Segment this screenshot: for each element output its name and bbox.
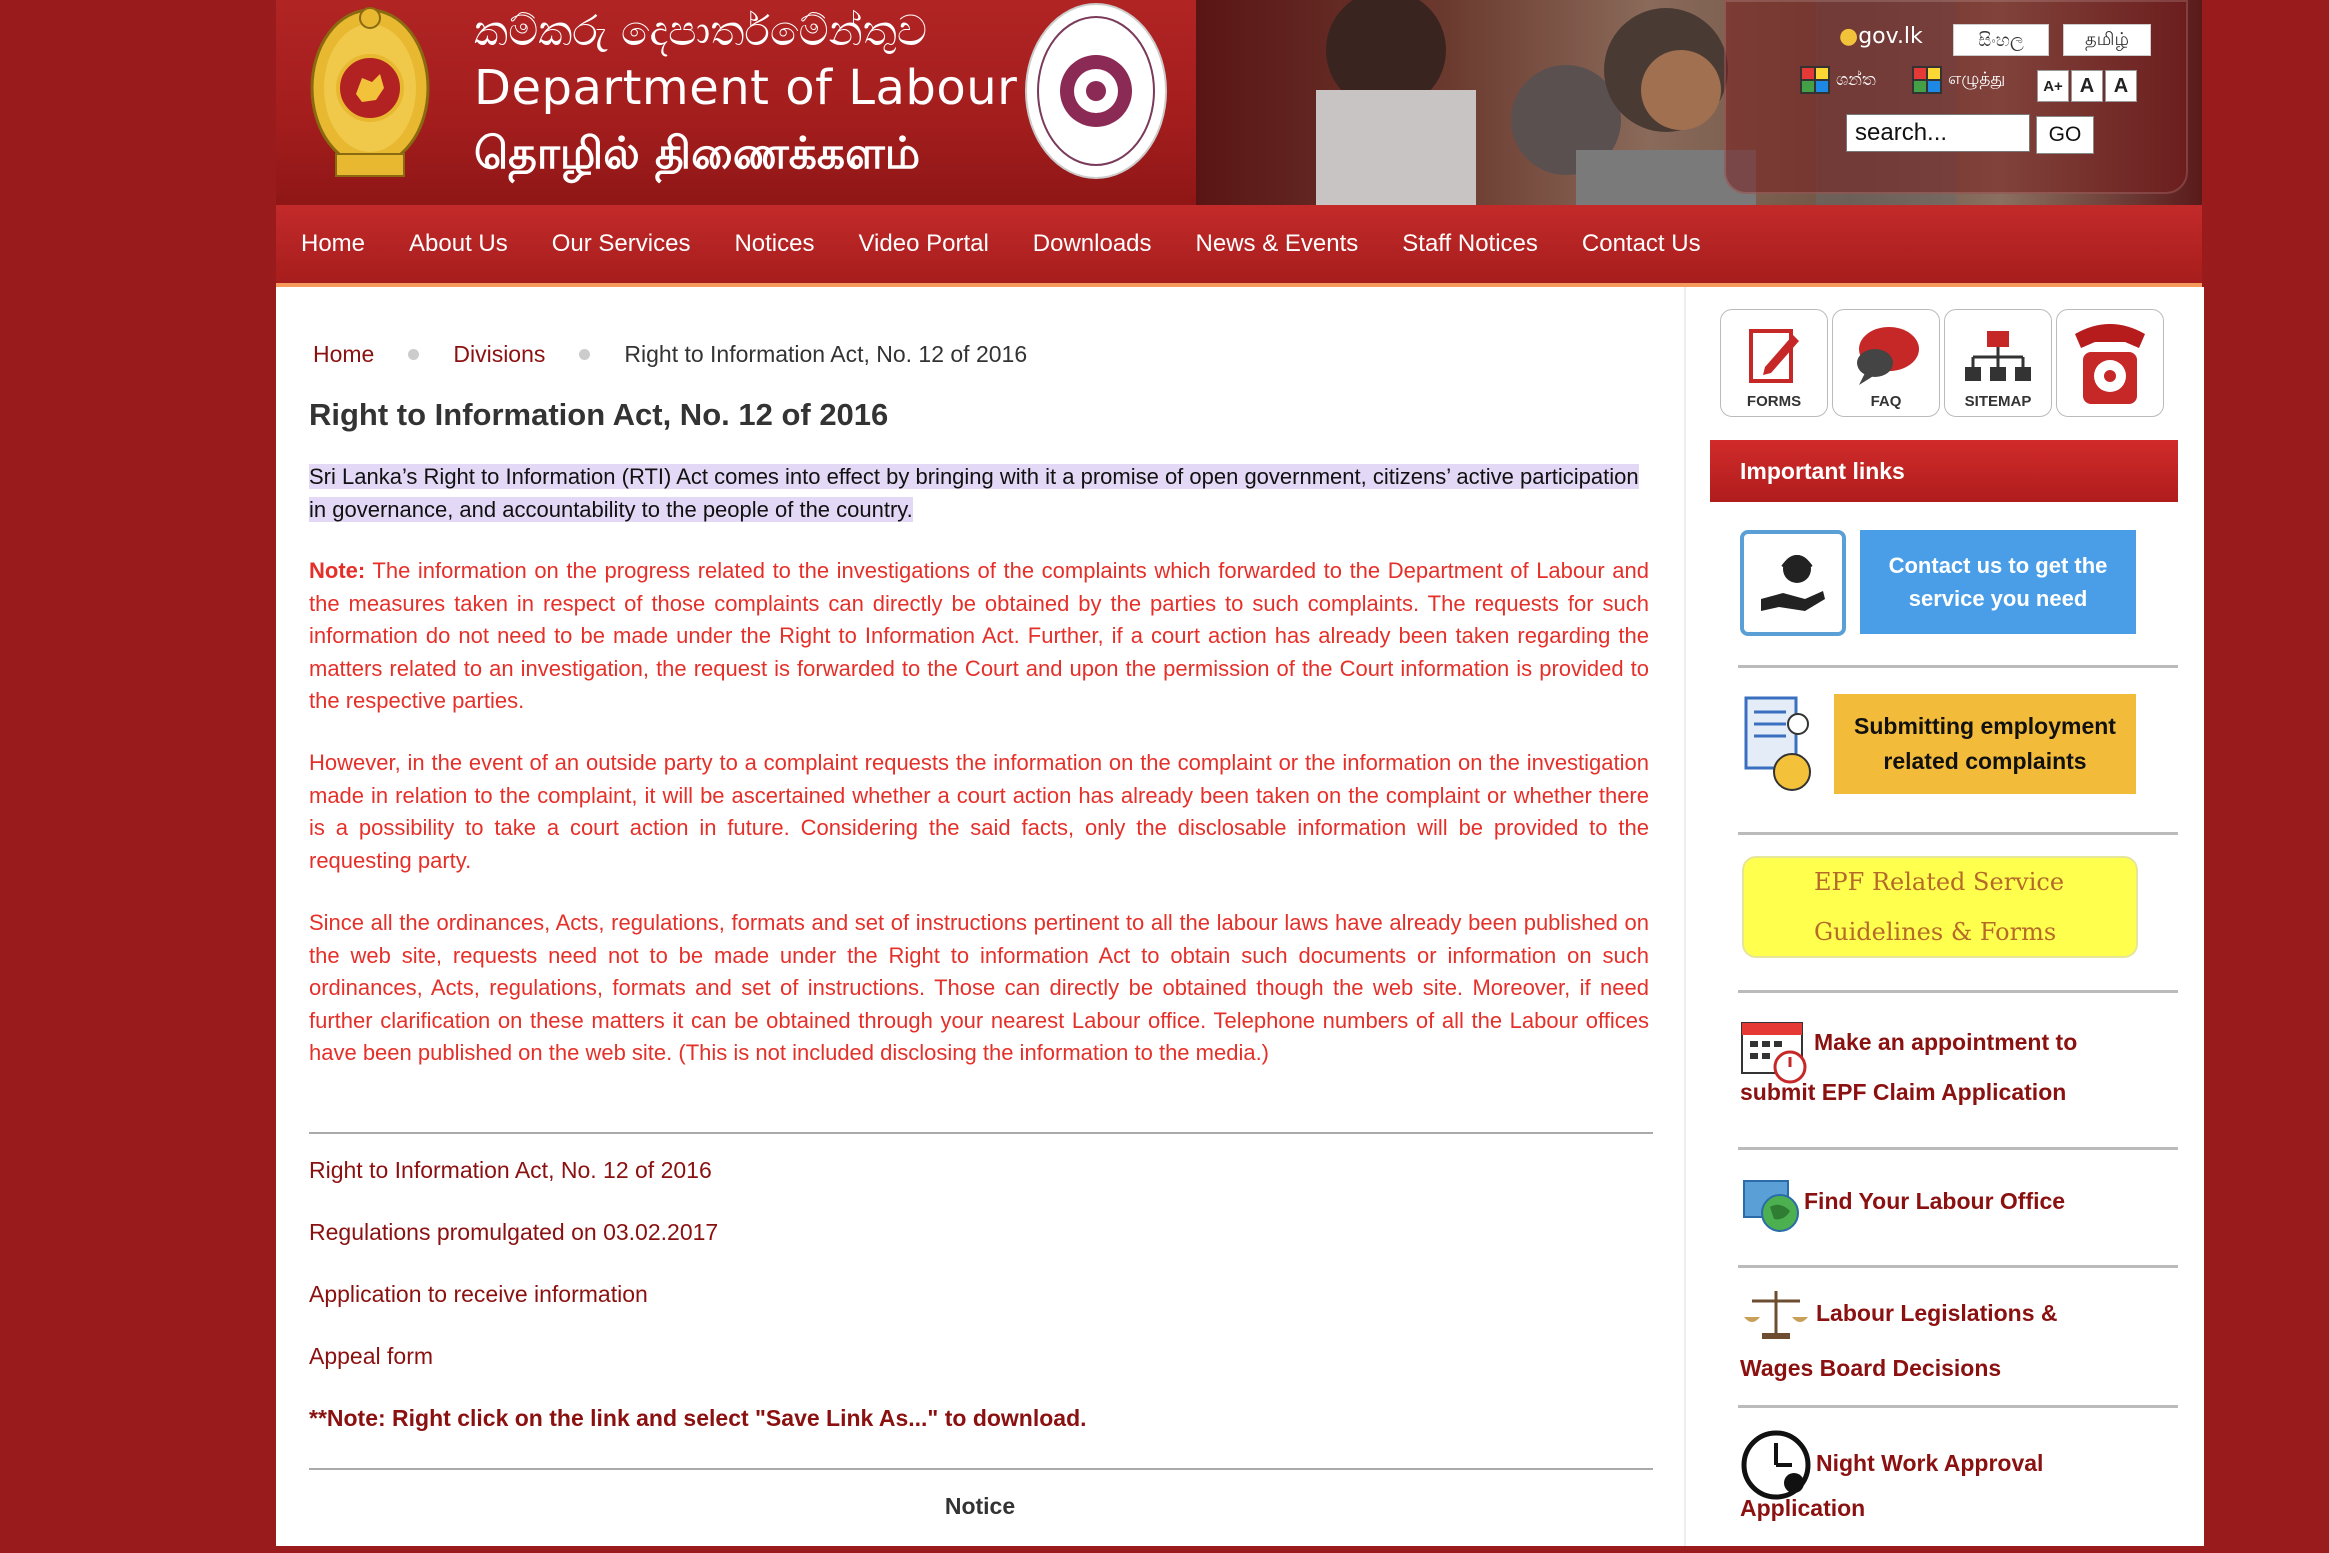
breadcrumb-home[interactable]: Home	[313, 341, 374, 368]
nav-downloads[interactable]: Downloads	[1033, 230, 1152, 258]
divider	[309, 1132, 1653, 1134]
nav-news-events[interactable]: News & Events	[1196, 230, 1359, 258]
legislation-line-2: Wages Board Decisions	[1740, 1355, 2002, 1381]
appointment-line-1: Make an appointment to	[1814, 1029, 2078, 1055]
complaint-document-icon[interactable]	[1742, 694, 1818, 794]
tamil-keyboard-link[interactable]: எழுத்து	[1912, 66, 2005, 94]
telephone-icon	[2075, 324, 2145, 404]
appeal-form-link[interactable]: Appeal form	[309, 1343, 433, 1370]
contact-support-image[interactable]	[1740, 530, 1846, 636]
nav-staff-notices[interactable]: Staff Notices	[1402, 230, 1538, 258]
nav-about-us[interactable]: About Us	[409, 230, 508, 258]
intro-paragraph: Sri Lanka’s Right to Information (RTI) A…	[309, 460, 1649, 526]
site-title-english: Department of Labour	[474, 60, 1018, 116]
sri-lanka-emblem-icon[interactable]	[306, 4, 434, 182]
epf-line-2: Guidelines & Forms	[1814, 918, 2057, 946]
epf-appointment-link[interactable]: Make an appointment to submit EPF Claim …	[1740, 1017, 2180, 1117]
clock-worker-icon	[1741, 1430, 1811, 1500]
scales-of-justice-icon	[1744, 1291, 1808, 1339]
breadcrumb-divisions[interactable]: Divisions	[453, 341, 545, 368]
labour-legislations-link[interactable]: Labour Legislations & Wages Board Decisi…	[1740, 1287, 2058, 1393]
search-input[interactable]	[1846, 114, 2030, 152]
sitemap-icon	[1965, 331, 2031, 381]
night-work-approval-link[interactable]: Night Work Approval Application	[1740, 1427, 2043, 1553]
sidebar-divider	[1738, 665, 2178, 668]
outside-party-paragraph: However, in the event of an outside part…	[309, 750, 1649, 873]
complaint-line-1: Submitting employment	[1854, 713, 2116, 739]
govlk-logo-icon: ●	[1839, 24, 1859, 49]
nav-video-portal[interactable]: Video Portal	[858, 230, 988, 258]
submit-complaints-banner[interactable]: Submitting employment related complaints	[1834, 694, 2136, 794]
site-header: කම්කරු දෙපාර්තමේන්තුව Department of Labo…	[276, 0, 2202, 205]
sidebar-divider	[1738, 1265, 2178, 1268]
contact-line-1: Contact us to get the	[1888, 553, 2108, 578]
important-links-heading: Important links	[1710, 440, 2178, 502]
note-label: Note:	[309, 558, 366, 583]
breadcrumb-separator	[579, 349, 591, 360]
sidebar-divider	[1738, 832, 2178, 835]
sidebar-divider	[1738, 1147, 2178, 1150]
site-title-tamil: தொழில் திணைக்களம்	[474, 128, 921, 179]
font-normal-button[interactable]: A	[2071, 70, 2103, 102]
breadcrumb-current: Right to Information Act, No. 12 of 2016	[624, 341, 1028, 367]
download-note: **Note: Right click on the link and sele…	[309, 1405, 1087, 1431]
contact-us-banner[interactable]: Contact us to get the service you need	[1860, 530, 2136, 634]
notice-heading: Notice	[944, 1493, 1016, 1519]
main-content: Home Divisions Right to Information Act,…	[276, 287, 1684, 1546]
forms-button[interactable]: FORMS	[1720, 309, 1828, 417]
keyboard-icon	[1912, 66, 1942, 94]
contact-line-2: service you need	[1908, 586, 2088, 611]
sidebar-divider	[1738, 1405, 2178, 1408]
page: කම්කරු දෙපාර්තමේන්තුව Department of Labo…	[276, 0, 2204, 1546]
sinhala-keyboard-link[interactable]: ශන්ත	[1800, 66, 1876, 94]
sinhala-language-button[interactable]: සිංහල	[1953, 24, 2049, 56]
epf-line-1: EPF Related Service	[1814, 868, 2065, 896]
note-paragraph: Note: The information on the progress re…	[309, 555, 1649, 718]
night-line-1: Night Work Approval	[1816, 1450, 2044, 1477]
telephone-button[interactable]	[2056, 309, 2164, 417]
intro-highlighted-text: Sri Lanka’s Right to Information (RTI) A…	[309, 464, 1639, 522]
keyboard-icon	[1800, 66, 1830, 94]
nav-our-services[interactable]: Our Services	[552, 230, 691, 258]
calendar-clock-icon	[1741, 1022, 1807, 1084]
main-navigation: Home About Us Our Services Notices Video…	[276, 205, 2202, 287]
tamil-language-button[interactable]: தமிழ்	[2063, 24, 2151, 56]
nav-notices[interactable]: Notices	[734, 230, 814, 258]
search-go-button[interactable]: GO	[2036, 116, 2094, 154]
rti-act-link[interactable]: Right to Information Act, No. 12 of 2016	[309, 1157, 712, 1184]
find-labour-office-link[interactable]: Find Your Labour Office	[1740, 1171, 2065, 1235]
regulations-link[interactable]: Regulations promulgated on 03.02.2017	[309, 1219, 718, 1246]
complaint-line-2: related complaints	[1883, 748, 2087, 774]
epf-guidelines-banner[interactable]: EPF Related Service Guidelines & Forms	[1742, 856, 2138, 958]
appointment-line-2: submit EPF Claim Application	[1740, 1079, 2067, 1105]
divider	[309, 1468, 1653, 1470]
globe-folder-icon	[1743, 1180, 1799, 1232]
night-line-2: Application	[1740, 1495, 1866, 1521]
note-text: The information on the progress related …	[309, 558, 1649, 713]
page-title: Right to Information Act, No. 12 of 2016	[309, 397, 889, 432]
sidebar-divider	[1738, 990, 2178, 993]
application-link[interactable]: Application to receive information	[309, 1281, 648, 1308]
faq-button[interactable]: FAQ	[1832, 309, 1940, 417]
sidebar: FORMS FAQ SITEMAP Important links Contac…	[1684, 287, 2204, 1546]
nav-home[interactable]: Home	[301, 230, 365, 258]
sitemap-button[interactable]: SITEMAP	[1944, 309, 2052, 417]
govlk-link[interactable]: ●gov.lk	[1839, 24, 1923, 49]
forms-icon	[1749, 329, 1799, 383]
breadcrumb-separator	[408, 349, 420, 360]
department-seal-icon	[1025, 3, 1167, 179]
nav-contact-us[interactable]: Contact Us	[1582, 230, 1701, 258]
ordinances-paragraph: Since all the ordinances, Acts, regulati…	[309, 910, 1649, 1065]
breadcrumb: Home Divisions Right to Information Act,…	[313, 341, 1027, 368]
site-title-sinhala: කම්කරු දෙපාර්තමේන්තුව	[474, 6, 928, 55]
customer-support-icon	[1761, 555, 1825, 611]
font-decrease-button[interactable]: A	[2105, 70, 2137, 102]
faq-icon	[1857, 327, 1919, 385]
legislation-line-1: Labour Legislations &	[1816, 1300, 2058, 1327]
font-increase-button[interactable]: A+	[2037, 70, 2069, 102]
